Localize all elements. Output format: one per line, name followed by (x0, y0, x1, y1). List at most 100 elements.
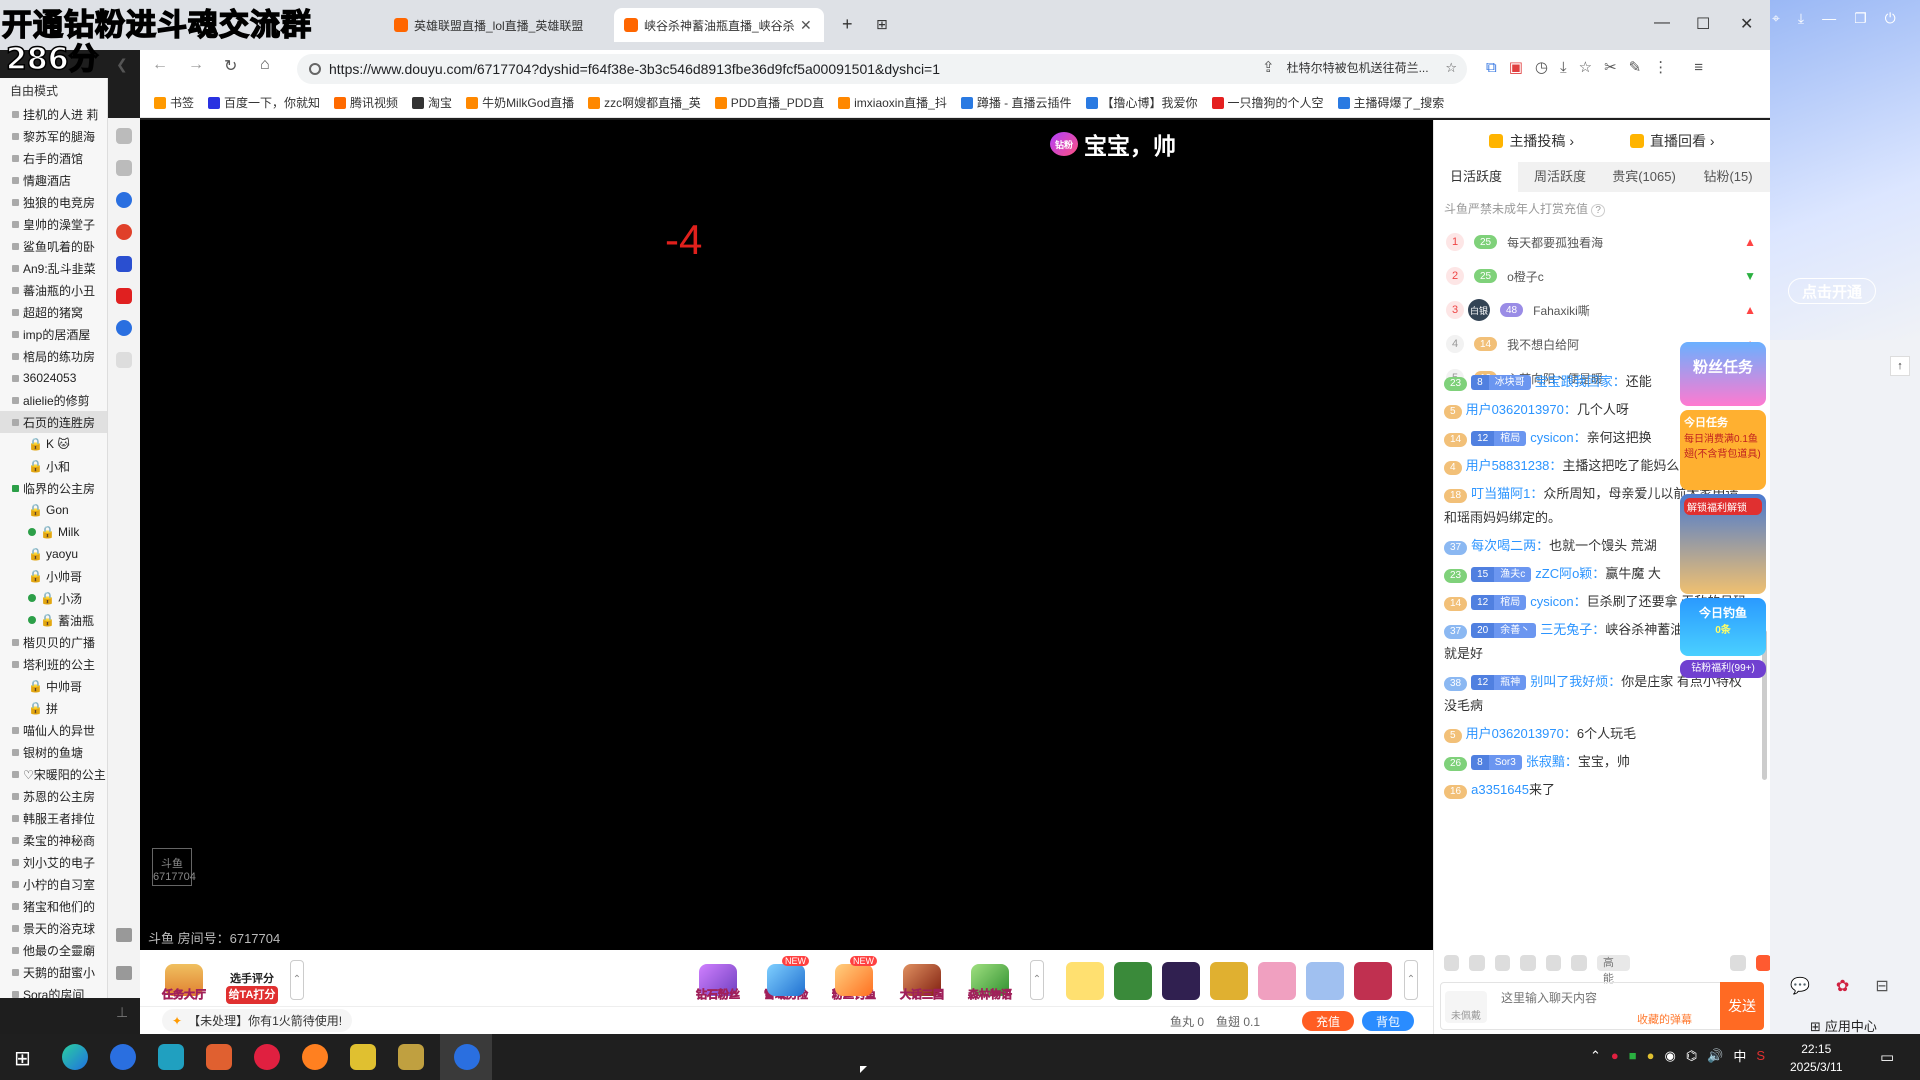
chat-nickname[interactable]: 三无兔子： (1540, 622, 1605, 637)
favorites-icon[interactable]: ☆ (1579, 58, 1592, 76)
room-member-item[interactable]: 🔒 蓄油瓶 (0, 609, 107, 631)
room-member-item[interactable]: 🔒 拼 (0, 697, 107, 719)
room-item[interactable]: 蕃油瓶的小丑 (0, 279, 107, 301)
maximize-icon[interactable]: ☐ (1696, 14, 1710, 34)
star-icon[interactable]: ☆ (1445, 60, 1457, 76)
tab-grid-icon[interactable]: ⊞ (876, 16, 888, 33)
chat-nickname[interactable]: 每次喝二两： (1471, 538, 1549, 553)
tray-app-icon[interactable]: ◉ (1664, 1048, 1675, 1064)
send-button[interactable]: 发送 (1720, 982, 1764, 1030)
room-item[interactable]: 黎苏军的腿海 (0, 125, 107, 147)
edge-icon[interactable] (62, 1044, 88, 1070)
browser-tab[interactable]: 英雄联盟直播_lol直播_英雄联盟 (384, 8, 614, 42)
forward-icon[interactable]: → (188, 56, 204, 74)
bookmark-item[interactable]: 主播碍爆了_搜索 (1337, 94, 1444, 111)
room-item[interactable]: 景天的浴克球 (0, 917, 107, 939)
gift-icon[interactable] (1306, 962, 1344, 1000)
app-center-link[interactable]: ⊞ 应用中心 (1810, 1016, 1877, 1035)
room-item[interactable]: 临界的公主房 (0, 477, 107, 499)
bookmark-item[interactable]: 百度一下，你就知 (208, 94, 320, 111)
bookmark-item[interactable]: 蹲播 - 直播云插件 (960, 94, 1072, 111)
gear-icon[interactable] (1571, 955, 1587, 971)
tray-app-icon[interactable]: ■ (1629, 1048, 1637, 1063)
expand-icon[interactable]: ⌃ (1404, 960, 1418, 1000)
rate-button[interactable]: 选手评分 给TA打分 (224, 956, 280, 1004)
chat-nickname[interactable]: 用户0362013970： (1466, 402, 1577, 417)
app-icon[interactable] (206, 1044, 232, 1070)
bookmark-item[interactable]: 【撸心博】我爱你 (1085, 94, 1198, 111)
ime-app-icon[interactable]: S (1756, 1048, 1765, 1063)
chat-nickname[interactable]: cysicon： (1530, 594, 1586, 609)
noble-icon[interactable] (1520, 955, 1536, 971)
clock-icon[interactable] (116, 320, 132, 336)
fishing-card[interactable]: 今日钓鱼 0条 (1680, 598, 1766, 656)
room-item[interactable]: 右手的酒馆 (0, 147, 107, 169)
chat-nickname[interactable]: 别叫了我好烦： (1530, 674, 1621, 689)
bookmark-item[interactable]: 牛奶MilkGod直播 (466, 94, 574, 111)
room-member-item[interactable]: 🔒 小帅哥 (0, 565, 107, 587)
room-item[interactable]: 楷贝贝的广播 (0, 631, 107, 653)
activate-button[interactable]: 点击开通 (1788, 278, 1876, 304)
bookmark-item[interactable]: 淘宝 (412, 94, 452, 111)
pin-icon[interactable]: ⊥ (116, 1004, 128, 1021)
replay-link[interactable]: 直播回看 › (1630, 131, 1715, 151)
tray-app-icon[interactable]: ● (1647, 1048, 1655, 1063)
rank-row[interactable]: 2 25 o橙子c ▼ (1434, 259, 1770, 293)
power-icon[interactable]: ⏻ (1885, 10, 1896, 27)
minimize-icon[interactable]: — (1654, 14, 1670, 32)
gift-box-icon[interactable]: ⊟ (1875, 976, 1888, 996)
network-icon[interactable]: ⌬ (1686, 1048, 1697, 1064)
bookmark-item[interactable]: zzc啊嫂都直播_英 (588, 94, 701, 111)
minimize-icon[interactable]: — (1822, 10, 1836, 27)
gift-item[interactable]: 大话三国 (894, 956, 950, 1002)
contribute-link[interactable]: 主播投稿 › (1489, 131, 1574, 151)
task-hall-button[interactable]: 任务大厅 (156, 956, 212, 1002)
notification-icon[interactable]: ▭ (1880, 1048, 1894, 1066)
netease-music-icon[interactable] (254, 1044, 280, 1070)
room-item[interactable]: 小柠的自习室 (0, 873, 107, 895)
tab-vip[interactable]: 贵宾(1065) (1602, 162, 1686, 192)
recharge-button[interactable]: 充值 (1302, 1011, 1354, 1031)
highlight-button[interactable]: 高能 (1596, 955, 1631, 985)
share-icon[interactable]: ⇪ (1262, 58, 1275, 76)
gift-item[interactable]: NEW 雪域历险 (758, 956, 814, 1002)
video-player[interactable] (140, 120, 1433, 950)
chrome-icon[interactable] (116, 224, 132, 240)
room-item[interactable]: 猪宝和他们的 (0, 895, 107, 917)
room-item[interactable]: 苏恩的公主房 (0, 785, 107, 807)
room-member-item[interactable]: 🔒 中帅哥 (0, 675, 107, 697)
room-item[interactable]: 超超的猪窝 (0, 301, 107, 323)
browser-active-icon[interactable] (454, 1044, 480, 1070)
room-item[interactable]: 他最の全靈廟 (0, 939, 107, 961)
room-item[interactable]: 石页的连胜房 (0, 411, 107, 433)
room-item[interactable]: Sora的房间 (0, 983, 107, 998)
rank-row[interactable]: 1 25 每天都要孤独看海 ▲ (1434, 225, 1770, 259)
ime-indicator[interactable]: 中 (1733, 1046, 1746, 1065)
collapse-icon[interactable]: ❮ (116, 56, 128, 73)
gift-icon[interactable] (1114, 962, 1152, 1000)
gift-icon[interactable] (1354, 962, 1392, 1000)
chat-nickname[interactable]: zZC阿o颖： (1535, 566, 1605, 581)
new-tab-icon[interactable]: + (842, 14, 853, 35)
tab-diamond-fans[interactable]: 钻粉(15) (1686, 162, 1770, 192)
room-member-item[interactable]: 🔒 小和 (0, 455, 107, 477)
chat-input[interactable] (1501, 989, 1701, 1007)
browser-icon[interactable] (110, 1044, 136, 1070)
room-item[interactable]: 喵仙人的异世 (0, 719, 107, 741)
room-member-item[interactable]: 🔒 小汤 (0, 587, 107, 609)
bookmark-item[interactable]: 一只撸狗的个人空 (1211, 94, 1324, 111)
room-item[interactable]: 鲨鱼叽着的卧 (0, 235, 107, 257)
scroll-top-icon[interactable]: ↑ (1890, 356, 1910, 376)
wear-badge-button[interactable]: 未佩戴 (1445, 991, 1487, 1023)
gift-item[interactable]: 森林物语 (962, 956, 1018, 1002)
chevron-up-icon[interactable]: ⌃ (1590, 1048, 1601, 1064)
room-item[interactable]: alielie的修剪 (0, 389, 107, 411)
room-item[interactable]: 棺局的练功房 (0, 345, 107, 367)
room-item[interactable]: 情趣酒店 (0, 169, 107, 191)
backpack-button[interactable]: 背包 (1362, 1011, 1414, 1031)
room-item[interactable]: 韩服王者排位 (0, 807, 107, 829)
camera-icon[interactable] (116, 928, 132, 942)
history-icon[interactable]: ◷ (1535, 58, 1548, 76)
bookmark-item[interactable]: 书签 (154, 94, 194, 111)
back-icon[interactable]: ← (152, 56, 168, 74)
